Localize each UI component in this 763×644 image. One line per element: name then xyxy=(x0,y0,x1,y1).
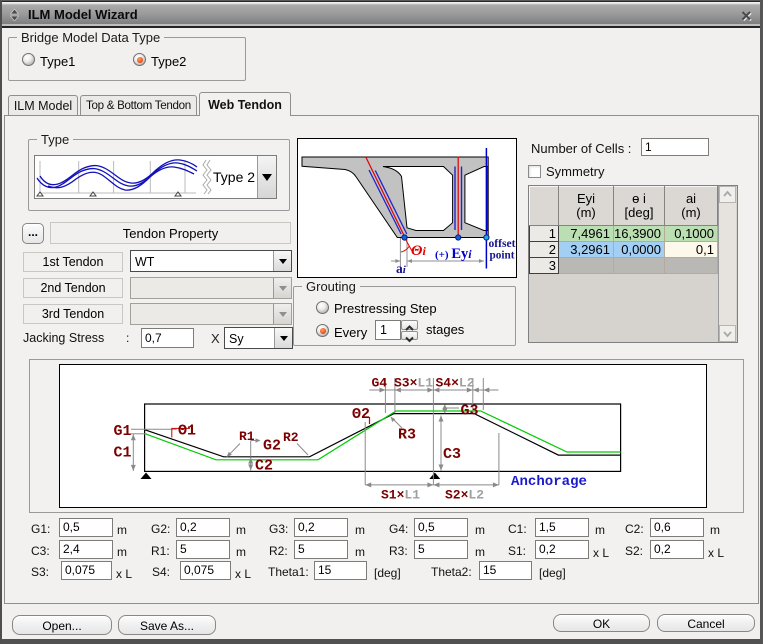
svg-text:C2: C2 xyxy=(255,458,273,475)
svg-text:S1×L1: S1×L1 xyxy=(381,488,420,503)
svg-text:ai: ai xyxy=(396,261,407,276)
svg-text:G3: G3 xyxy=(461,403,479,420)
svg-text:Θ2: Θ2 xyxy=(352,406,370,423)
svg-text:(+) Eyi: (+) Eyi xyxy=(435,246,472,262)
svg-text:R3: R3 xyxy=(398,427,416,444)
svg-text:Anchorage: Anchorage xyxy=(511,475,587,490)
svg-text:R1: R1 xyxy=(239,429,255,444)
svg-text:G1: G1 xyxy=(114,423,132,440)
svg-text:S3×L1: S3×L1 xyxy=(394,376,433,391)
svg-text:G4: G4 xyxy=(372,376,388,391)
svg-text:R2: R2 xyxy=(283,430,299,445)
svg-text:C3: C3 xyxy=(443,446,461,463)
svg-text:C1: C1 xyxy=(114,445,132,462)
svg-text:Θ1: Θ1 xyxy=(178,423,196,440)
svg-text:G2: G2 xyxy=(263,438,281,455)
svg-text:S2×L2: S2×L2 xyxy=(445,488,484,503)
svg-text:Θi: Θi xyxy=(411,243,426,259)
svg-text:point: point xyxy=(490,248,515,262)
svg-text:S4×L2: S4×L2 xyxy=(436,376,475,391)
